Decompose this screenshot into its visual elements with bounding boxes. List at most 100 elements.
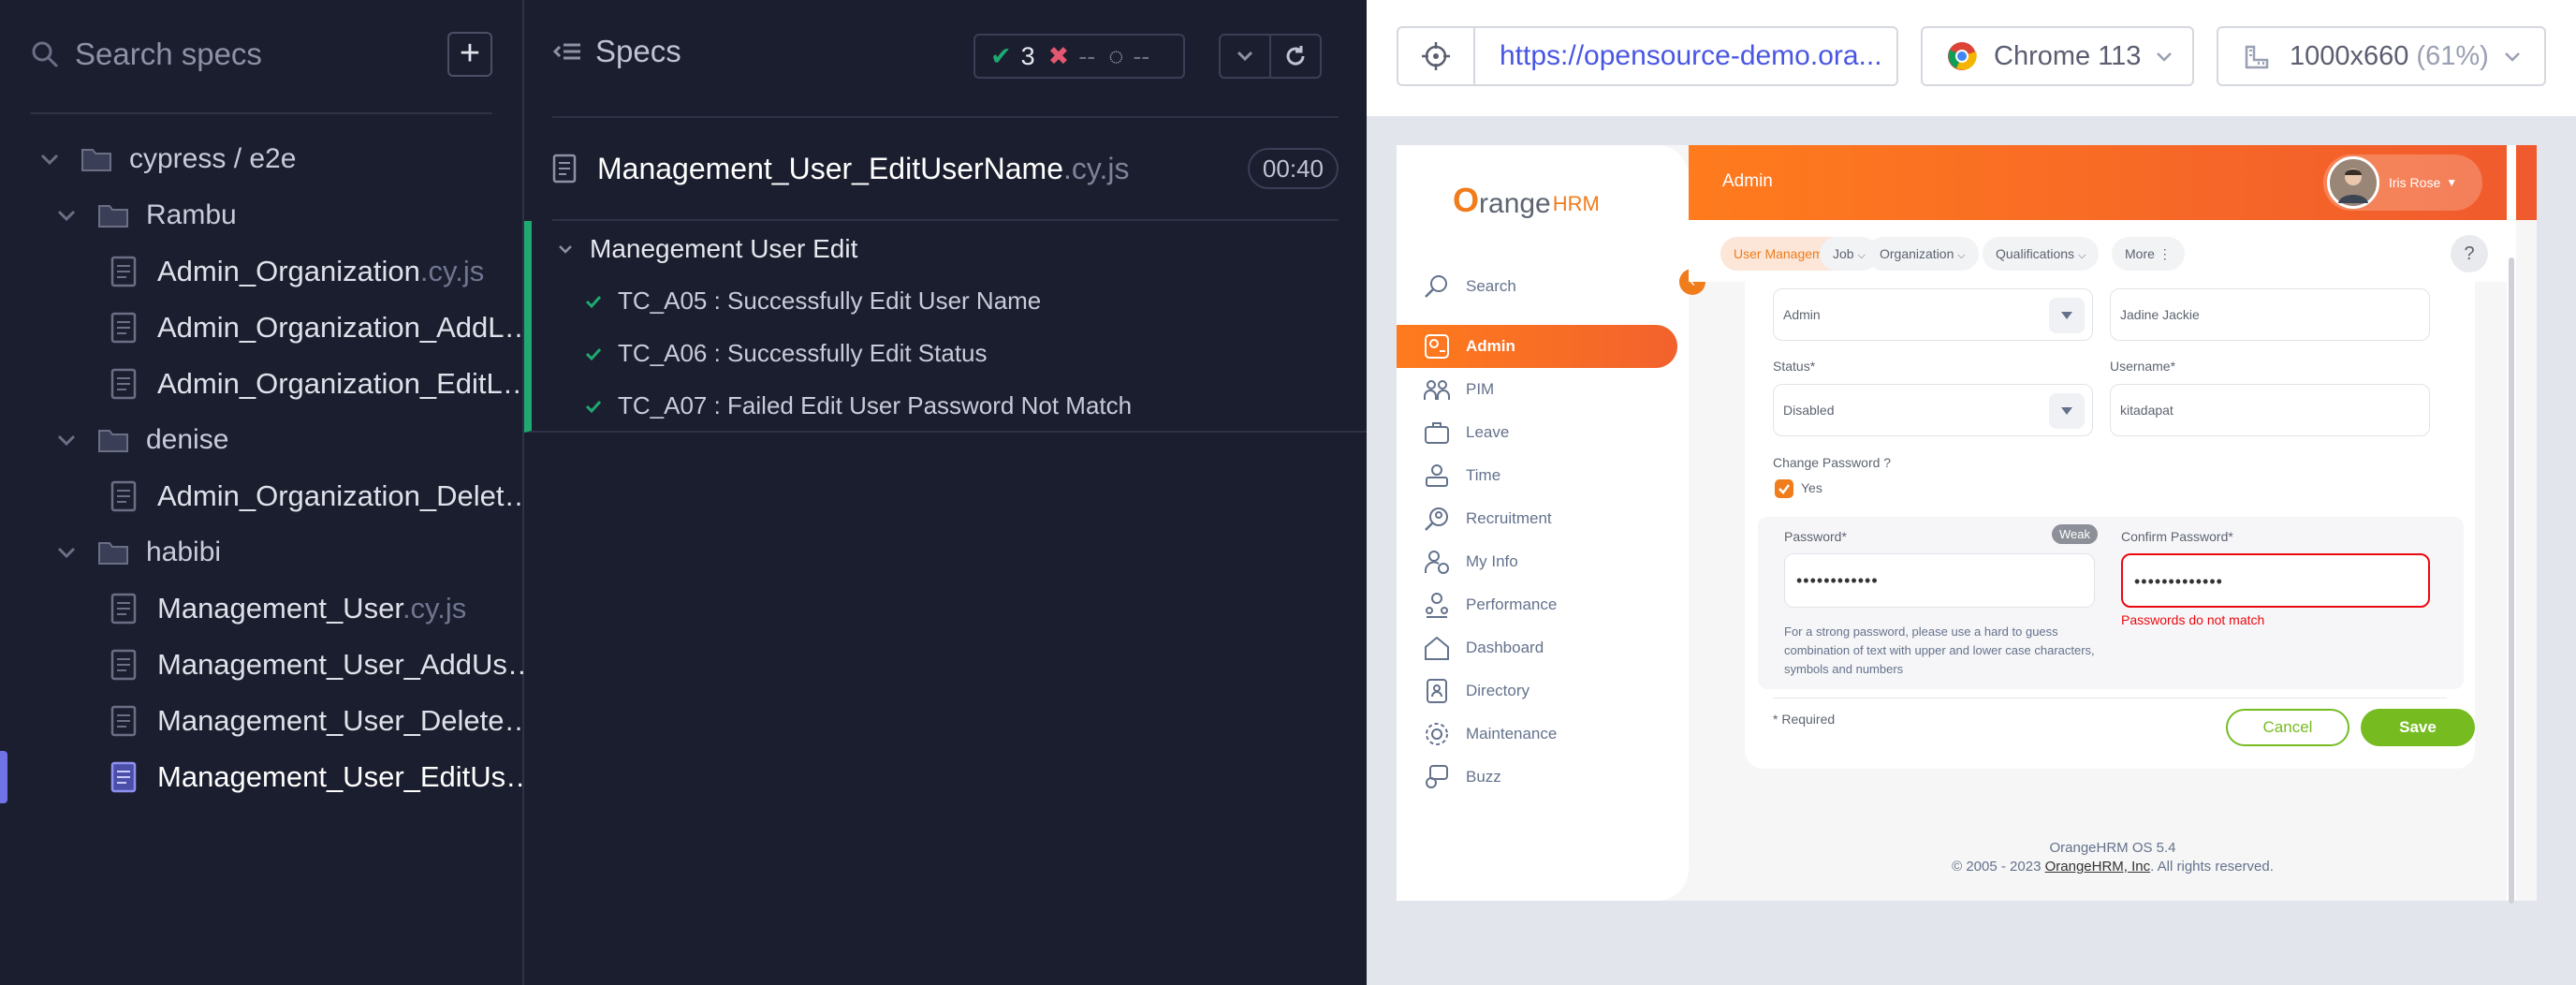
test-stats: ✔ 3 ✖ -- ◌ --: [973, 34, 1185, 79]
viewport-selector[interactable]: 1000x660 (61%): [2217, 26, 2546, 86]
nav-label: Performance: [1466, 595, 1558, 613]
folder-label: cypress / e2e: [129, 143, 297, 174]
folder-label: Rambu: [146, 199, 237, 230]
search-icon: [32, 41, 58, 67]
nav-label: Maintenance: [1466, 725, 1558, 742]
folder-habibi[interactable]: habibi: [52, 526, 221, 579]
user-dropdown[interactable]: Iris Rose ▼: [2323, 154, 2482, 211]
document-icon: [552, 154, 577, 184]
status-label: Status*: [1773, 359, 1816, 374]
username-input[interactable]: kitadapat: [2110, 384, 2430, 436]
spec-file-label: Admin_Organization_AddL…: [157, 311, 534, 344]
nav-label: Buzz: [1466, 768, 1501, 786]
new-spec-button[interactable]: +: [447, 32, 492, 77]
spec-file-label: Admin_Organization_EditL…: [157, 367, 532, 400]
chrome-icon: [1948, 42, 1977, 70]
nav-search-label: Search: [1466, 277, 1516, 295]
cancel-button[interactable]: Cancel: [2226, 709, 2349, 746]
aut-scrollbar[interactable]: [2507, 145, 2516, 904]
browser-selector[interactable]: Chrome 113: [1921, 26, 2194, 86]
test-item[interactable]: TC_A07 : Failed Edit User Password Not M…: [584, 391, 1132, 420]
viewport-label: 1000x660: [2290, 40, 2409, 71]
selector-playground-button[interactable]: [1397, 26, 1475, 86]
suite-header[interactable]: Manegement User Edit: [554, 234, 857, 264]
spec-file-item[interactable]: Management_User_Delete…: [110, 695, 534, 747]
spec-search[interactable]: Search specs: [30, 26, 492, 82]
logo-hrm: HRM: [1552, 192, 1600, 215]
user-role-select[interactable]: Admin: [1773, 288, 2093, 341]
folder-label: denise: [146, 424, 229, 455]
spec-file-label: Management_User_EditUs…: [157, 760, 535, 793]
nav-my-info[interactable]: My Info: [1397, 540, 1677, 583]
nav-label: Admin: [1466, 337, 1515, 355]
nav-directory[interactable]: Directory: [1397, 669, 1677, 713]
spec-file-item[interactable]: Admin_Organization_Delet…: [110, 470, 534, 522]
chevron-down-icon: [2504, 52, 2520, 62]
document-icon: [110, 312, 137, 344]
chevron-down-icon: [57, 547, 76, 559]
running-spec: Management_User_EditUserName.cy.js 00:40: [552, 144, 1339, 193]
scrollbar-thumb[interactable]: [2509, 257, 2514, 904]
ruler-icon: [2245, 45, 2269, 69]
nav-pim[interactable]: PIM: [1397, 368, 1677, 411]
avatar: [2327, 156, 2379, 209]
folder-cypress-e2e[interactable]: cypress / e2e: [36, 133, 296, 185]
folder-icon: [98, 205, 128, 228]
spec-title: Management_User_EditUserName.cy.js: [597, 151, 1130, 185]
tab-qualifications[interactable]: Qualifications ⌵: [1983, 237, 2100, 271]
confirm-password-input[interactable]: •••••••••••••: [2121, 553, 2430, 608]
test-title: TC_A05 : Successfully Edit User Name: [618, 287, 1042, 315]
save-button[interactable]: Save: [2361, 709, 2475, 746]
url-bar[interactable]: https://opensource-demo.ora...: [1473, 26, 1898, 86]
nav-maintenance[interactable]: Maintenance: [1397, 713, 1677, 756]
search-input[interactable]: Search specs: [75, 37, 262, 72]
chevron-down-icon: [2157, 52, 2173, 62]
spec-file-item[interactable]: Admin_Organization_AddL…: [110, 301, 534, 354]
nav-search[interactable]: Search: [1423, 272, 1516, 301]
spec-file-item[interactable]: Management_User_AddUs…: [110, 639, 536, 691]
user-info-icon: [1425, 551, 1449, 574]
nav-buzz[interactable]: Buzz: [1397, 756, 1677, 799]
active-indicator: [0, 751, 7, 803]
nav-performance[interactable]: Performance: [1397, 583, 1677, 626]
document-icon: [110, 593, 137, 625]
status-select[interactable]: Disabled: [1773, 384, 2093, 436]
people-icon: [1424, 380, 1450, 400]
nav-leave[interactable]: Leave: [1397, 411, 1677, 454]
tab-more[interactable]: More ⋮: [2112, 237, 2185, 271]
tab-organization[interactable]: Organization ⌵: [1866, 237, 1979, 271]
more-vertical-icon: ⋮: [2158, 246, 2172, 261]
help-button[interactable]: ?: [2451, 235, 2488, 272]
nav-time[interactable]: Time: [1397, 454, 1677, 497]
nav-admin[interactable]: Admin: [1397, 325, 1677, 368]
password-input[interactable]: ••••••••••••: [1784, 553, 2095, 608]
employee-name-input[interactable]: Jadine Jackie: [2110, 288, 2430, 341]
rerun-button[interactable]: [1269, 34, 1322, 79]
test-item[interactable]: TC_A06 : Successfully Edit Status: [584, 339, 988, 368]
chevron-down-icon: ⌵: [2077, 250, 2086, 261]
timesheet-icon: [1426, 464, 1448, 487]
spec-file-item[interactable]: Admin_Organization_EditL…: [110, 358, 532, 410]
nav-recruitment[interactable]: Recruitment: [1397, 497, 1677, 540]
password-strength-badge: Weak: [2052, 524, 2098, 544]
specs-toggle[interactable]: Specs: [552, 34, 681, 69]
expand-collapse-button[interactable]: [1219, 34, 1271, 79]
spec-file-item-active[interactable]: Management_User_EditUs…: [110, 751, 534, 803]
document-icon: [110, 649, 137, 681]
spec-file-item[interactable]: Admin_Organization.cy.js: [110, 245, 484, 298]
nav-dashboard[interactable]: Dashboard: [1397, 626, 1677, 669]
footer-company-link[interactable]: OrangeHRM, Inc: [2045, 859, 2151, 875]
test-item[interactable]: TC_A05 : Successfully Edit User Name: [584, 287, 1041, 316]
folder-denise[interactable]: denise: [52, 414, 228, 466]
divider: [552, 116, 1339, 118]
change-password-checkbox[interactable]: [1775, 479, 1793, 498]
collapse-menu-icon: [552, 43, 580, 60]
aut-panel: https://opensource-demo.ora... Chrome 11…: [1367, 0, 2576, 985]
folder-icon: [98, 542, 128, 565]
recruitment-icon: [1425, 507, 1448, 531]
folder-rambu[interactable]: Rambu: [52, 189, 237, 242]
orangehrm-logo[interactable]: O range HRM: [1453, 181, 1600, 220]
directory-icon: [1427, 679, 1447, 703]
spec-file-item[interactable]: Management_User.cy.js: [110, 582, 466, 635]
aut-iframe: O range HRM Search Admin PIM Leave Time …: [1397, 145, 2537, 901]
